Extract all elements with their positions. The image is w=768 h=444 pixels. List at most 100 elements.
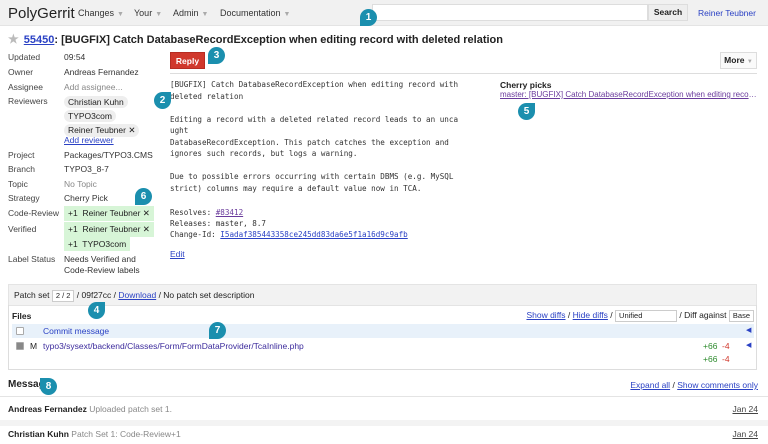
assignee-input[interactable]: Add assignee... [64, 82, 123, 92]
vote-score: +1 [68, 224, 78, 234]
nav-admin[interactable]: Admin ▼ [173, 8, 208, 18]
change-number-link[interactable]: 55450 [24, 34, 55, 46]
edit-link[interactable]: Edit [170, 249, 185, 259]
commit-message-link[interactable]: Commit message [43, 326, 109, 336]
verified-vote: +1 TYPO3com [64, 237, 131, 251]
show-comments-link[interactable]: Show comments only [677, 380, 758, 390]
total-removed: -4 [722, 354, 730, 364]
nav-label: Documentation [220, 8, 281, 18]
commit-message-line: DatabaseRecordException. This patch catc… [170, 137, 449, 147]
divider [170, 73, 757, 74]
expand-arrow-icon[interactable]: ◀ [746, 326, 751, 334]
topic-value[interactable]: No Topic [64, 179, 97, 189]
user-menu[interactable]: Reiner Teubner [698, 8, 756, 18]
total-added: +66 [703, 354, 718, 364]
verified-label: Verified [8, 224, 37, 234]
reviewed-checkbox[interactable] [16, 342, 24, 350]
voter-name: Reiner Teubner [82, 224, 141, 234]
add-reviewer-link[interactable]: Add reviewer [64, 135, 114, 145]
resolves-link[interactable]: #83412 [216, 208, 243, 217]
files-controls: Show diffs / Hide diffs / Unified / Diff… [526, 310, 754, 322]
resolves-label: Resolves: [170, 208, 216, 217]
project-value[interactable]: Packages/TYPO3.CMS [64, 150, 153, 160]
verified-vote[interactable]: +1 Reiner Teubner ✕ [64, 222, 154, 237]
nav-changes[interactable]: Changes ▼ [78, 8, 124, 18]
message-content: Christian Kuhn Patch Set 1: Code-Review+… [8, 429, 181, 439]
diff-against-select[interactable]: Base [728, 310, 754, 322]
updated-label: Updated [8, 52, 41, 62]
code-review-label: Code-Review [8, 208, 60, 218]
callout-marker: 7 [209, 322, 226, 339]
reviewers-label: Reviewers [8, 96, 48, 106]
search-input[interactable] [372, 4, 648, 21]
branch-value[interactable]: TYPO3_8-7 [64, 164, 109, 174]
cherry-pick-link[interactable]: master: [BUGFIX] Catch DatabaseRecordExc… [500, 90, 758, 99]
file-path-link[interactable]: typo3/sysext/backend/Classes/Form/FormDa… [43, 341, 304, 351]
cherry-picks-title: Cherry picks [500, 80, 552, 90]
owner-value[interactable]: Andreas Fernandez [64, 67, 139, 77]
strategy-value: Cherry Pick [64, 193, 108, 203]
more-button[interactable]: More ▼ [720, 52, 757, 69]
nav-label: Changes [78, 8, 115, 18]
commit-message-line: ignores such records, but logs a warning… [170, 149, 358, 158]
updated-value: 09:54 [64, 52, 86, 62]
callout-marker: 3 [208, 47, 225, 64]
callout-marker: 4 [88, 302, 105, 319]
releases-line: Releases: master, 8.7 [170, 219, 267, 228]
separator: / [567, 310, 571, 320]
nav-your[interactable]: Your ▼ [134, 8, 162, 18]
hide-diffs-link[interactable]: Hide diffs [573, 310, 608, 320]
download-link[interactable]: Download [118, 290, 156, 300]
show-diffs-link[interactable]: Show diffs [526, 310, 565, 320]
callout-marker: 1 [360, 9, 377, 26]
vote-score: +1 [68, 208, 78, 218]
label-status-label: Label Status [8, 254, 56, 264]
chevron-down-icon: ▼ [155, 11, 163, 18]
patchset-row: Patch set 2 / 2 / 09f27cc / Download / N… [14, 290, 254, 302]
reviewer-name: Reiner Teubner [68, 125, 126, 135]
code-review-vote[interactable]: +1 Reiner Teubner ✕ [64, 206, 154, 221]
diff-mode-select[interactable]: Unified [615, 310, 678, 322]
topic-label: Topic [8, 179, 28, 189]
search-button[interactable]: Search [648, 4, 688, 21]
reply-button[interactable]: Reply [170, 52, 205, 69]
callout-marker: 8 [40, 378, 57, 395]
patchset-description: / No patch set description [158, 290, 255, 300]
callout-marker: 6 [135, 188, 152, 205]
commit-message-line: deleted relation [170, 91, 244, 101]
reviewer-chip[interactable]: Christian Kuhn [64, 96, 128, 108]
patchset-label: Patch set [14, 290, 50, 300]
message-date[interactable]: Jan 24 [732, 404, 758, 414]
page-title: ★ 55450: [BUGFIX] Catch DatabaseRecordExc… [8, 32, 503, 46]
close-icon[interactable]: ✕ [143, 208, 150, 218]
star-icon[interactable]: ★ [8, 32, 19, 46]
nav-label: Admin [173, 8, 199, 18]
voter-name: Reiner Teubner [82, 208, 141, 218]
more-label: More [724, 55, 745, 65]
checkbox[interactable] [16, 327, 24, 335]
chevron-down-icon: ▼ [201, 11, 209, 18]
branch-label: Branch [8, 164, 35, 174]
expand-arrow-icon[interactable]: ◀ [746, 341, 751, 349]
callout-marker: 5 [518, 103, 535, 120]
close-icon[interactable]: ✕ [128, 125, 135, 135]
voter-name: TYPO3com [82, 239, 127, 249]
patchset-select[interactable]: 2 / 2 [51, 290, 75, 302]
changeid-link[interactable]: I5adaf385443358ce245dd83da6e5f1a16d9c9af… [220, 230, 407, 239]
app-logo[interactable]: PolyGerrit [8, 5, 75, 22]
assignee-label: Assignee [8, 82, 43, 92]
message-text: Uploaded patch set 1. [89, 404, 172, 414]
expand-all-link[interactable]: Expand all [630, 380, 670, 390]
reviewer-chip[interactable]: TYPO3com [64, 110, 116, 122]
vote-score: +1 [68, 239, 78, 249]
message-author: Andreas Fernandez [8, 404, 87, 414]
close-icon[interactable]: ✕ [143, 224, 150, 234]
message-date[interactable]: Jan 24 [732, 429, 758, 439]
lines-removed: -4 [722, 341, 730, 351]
resolves-line: Resolves: #83412 [170, 208, 243, 217]
commit-message-line: ught [170, 126, 189, 135]
project-label: Project [8, 150, 35, 160]
commit-message-row[interactable] [12, 324, 754, 338]
nav-documentation[interactable]: Documentation ▼ [220, 8, 290, 18]
commit-message-line: [BUGFIX] Catch DatabaseRecordException w… [170, 80, 459, 89]
